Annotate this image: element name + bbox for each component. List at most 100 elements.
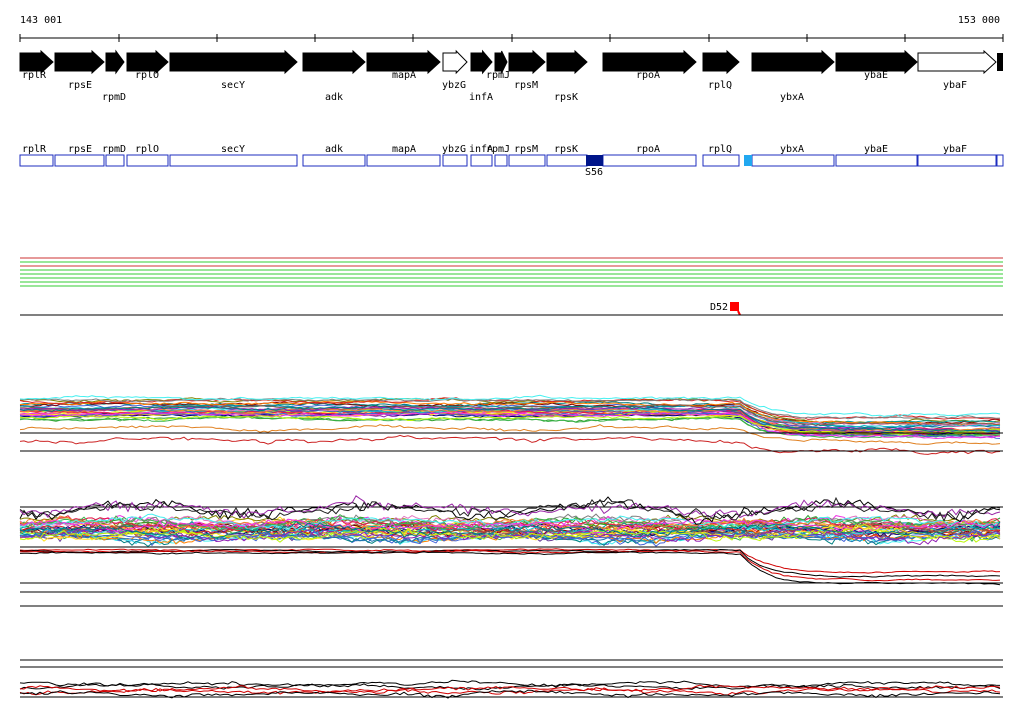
gene-ybzG[interactable]: ybzG: [442, 49, 468, 91]
gene-arrow-ybxA[interactable]: [751, 49, 835, 75]
gene-fragment[interactable]: [997, 53, 1003, 71]
annotation-box-rpsE[interactable]: rpsE: [54, 144, 105, 167]
annotation-label-rpmD: rpmD: [102, 144, 126, 155]
gene-ybxA[interactable]: ybxA: [751, 49, 835, 103]
gene-arrow-rpsM[interactable]: [508, 49, 546, 75]
signal-trace: [19, 496, 1001, 522]
annotation-box-rpsK[interactable]: rpsK: [546, 144, 588, 167]
annotation-box-ybaE[interactable]: ybaE: [835, 144, 918, 167]
annotation-label-ybzG: ybzG: [442, 144, 466, 155]
annotation-rect[interactable]: [835, 154, 918, 167]
annotation-label-rplQ: rplQ: [708, 144, 732, 155]
annotation-marker-s56[interactable]: [586, 155, 603, 166]
gene-arrow-ybaF[interactable]: [917, 49, 997, 75]
gene-label-rplR: rplR: [22, 70, 47, 81]
annotation-rect[interactable]: [54, 154, 105, 167]
gene-label-rplQ: rplQ: [708, 80, 732, 91]
gene-rpmJ[interactable]: rpmJ: [486, 50, 510, 81]
annotation-rect[interactable]: [105, 154, 125, 167]
annotation-rect[interactable]: [494, 154, 508, 167]
gene-label-rplO: rplO: [135, 70, 159, 81]
gene-arrow-rpsE[interactable]: [54, 49, 105, 75]
annotation-rect[interactable]: [751, 154, 835, 167]
gene-label-ybaE: ybaE: [864, 70, 888, 81]
annotation-rect[interactable]: [19, 154, 54, 167]
gene-track[interactable]: rplR rpsE rpmD rplO secY adk mapA ybzGinfA rpmJ r…: [19, 49, 1003, 103]
gene-label-ybzG: ybzG: [442, 80, 466, 91]
gene-adk[interactable]: adk: [302, 49, 366, 103]
annotation-box-ybxA[interactable]: ybxA: [751, 144, 835, 167]
ruler-end-label: 153 000: [958, 15, 1000, 26]
annotation-rect[interactable]: [602, 154, 697, 167]
variant-marker-square[interactable]: [730, 302, 739, 311]
gene-rpsM[interactable]: rpsM: [508, 49, 546, 91]
signal-panel-2[interactable]: [19, 495, 1003, 607]
gene-secY[interactable]: secY: [169, 49, 298, 91]
gene-label-ybaF: ybaF: [943, 80, 967, 91]
signal-panel-3[interactable]: [19, 659, 1003, 699]
annotation-marker-label: S56: [585, 167, 603, 178]
annotation-box-adk[interactable]: adk: [302, 144, 366, 167]
annotation-rect[interactable]: [470, 154, 493, 167]
gene-rpoA[interactable]: rpoA: [602, 49, 697, 81]
ruler: 143 001 153 000: [19, 15, 1004, 42]
annotation-box-rpsM[interactable]: rpsM: [508, 144, 546, 167]
gene-label-rpmJ: rpmJ: [486, 70, 510, 81]
annotation-marker-light[interactable]: [744, 155, 752, 166]
gene-arrow-rplQ[interactable]: [702, 49, 740, 75]
gene-mapA[interactable]: mapA: [366, 49, 441, 81]
annotation-label-rpmJ: rpmJ: [486, 144, 510, 155]
annotation-label-rpsM: rpsM: [514, 144, 538, 155]
annotation-label-adk: adk: [325, 144, 343, 155]
signal-trace: [19, 434, 1001, 455]
annotation-rect[interactable]: [126, 154, 169, 167]
variant-marker[interactable]: D52: [710, 302, 741, 316]
gene-rpmD[interactable]: rpmD: [102, 49, 126, 103]
gene-label-rpsM: rpsM: [514, 80, 538, 91]
annotation-rect[interactable]: [169, 154, 298, 167]
annotation-label-ybaF: ybaF: [943, 144, 967, 155]
gene-rpsK[interactable]: rpsK: [546, 49, 588, 103]
variant-marker-label: D52: [710, 302, 728, 313]
annotation-rect[interactable]: [546, 154, 588, 167]
annotation-box-ybaF[interactable]: ybaF: [917, 144, 997, 167]
gene-label-secY: secY: [221, 80, 245, 91]
signal-panel-1[interactable]: [19, 394, 1003, 455]
gene-arrow-rpmD[interactable]: [105, 49, 125, 75]
annotation-rect[interactable]: [917, 154, 997, 167]
gene-ybaF[interactable]: ybaF: [917, 49, 997, 91]
gene-arrow-rpsK[interactable]: [546, 49, 588, 75]
signal-trace-low: [19, 551, 1001, 586]
gene-rpsE[interactable]: rpsE: [54, 49, 105, 91]
ruler-start-label: 143 001: [20, 15, 62, 26]
annotation-fragment[interactable]: [996, 154, 1004, 167]
annotation-box-rpoA[interactable]: rpoA: [602, 144, 697, 167]
annotation-box-mapA[interactable]: mapA: [366, 144, 441, 167]
gene-rplR[interactable]: rplR: [19, 49, 54, 81]
annotation-label-rplO: rplO: [135, 144, 159, 155]
annotation-rect[interactable]: [508, 154, 546, 167]
annotation-rect[interactable]: [442, 154, 468, 167]
annotation-rect[interactable]: [302, 154, 366, 167]
genome-viewer[interactable]: 143 001 153 000 rplR rpsE rpmD rplO secY adk m…: [0, 0, 1024, 714]
annotation-track[interactable]: rplR rpsE rpmD rplO secY adk mapA ybzG infArpmJ r…: [19, 144, 1004, 178]
annotation-box-rplR[interactable]: rplR: [19, 144, 54, 167]
annotation-box-rplQ[interactable]: rplQ: [702, 144, 740, 167]
gene-ybaE[interactable]: ybaE: [835, 49, 918, 81]
gene-label-rpmD: rpmD: [102, 92, 126, 103]
gene-rplO[interactable]: rplO: [126, 49, 169, 81]
annotation-label-rpoA: rpoA: [636, 144, 660, 155]
annotation-box-rpmD[interactable]: rpmD: [102, 144, 126, 167]
coverage-rule-band: [20, 257, 1003, 287]
annotation-rect[interactable]: [366, 154, 441, 167]
annotation-label-rplR: rplR: [22, 144, 47, 155]
annotation-rect[interactable]: [702, 154, 740, 167]
annotation-box-rplO[interactable]: rplO: [126, 144, 169, 167]
gene-rplQ[interactable]: rplQ: [702, 49, 740, 91]
annotation-box-secY[interactable]: secY: [169, 144, 298, 167]
annotation-box-ybzG[interactable]: ybzG: [442, 144, 468, 167]
gene-arrow-adk[interactable]: [302, 49, 366, 75]
gene-arrow-secY[interactable]: [169, 49, 298, 75]
annotation-label-mapA: mapA: [392, 144, 416, 155]
gene-arrow-ybzG[interactable]: [442, 49, 468, 75]
